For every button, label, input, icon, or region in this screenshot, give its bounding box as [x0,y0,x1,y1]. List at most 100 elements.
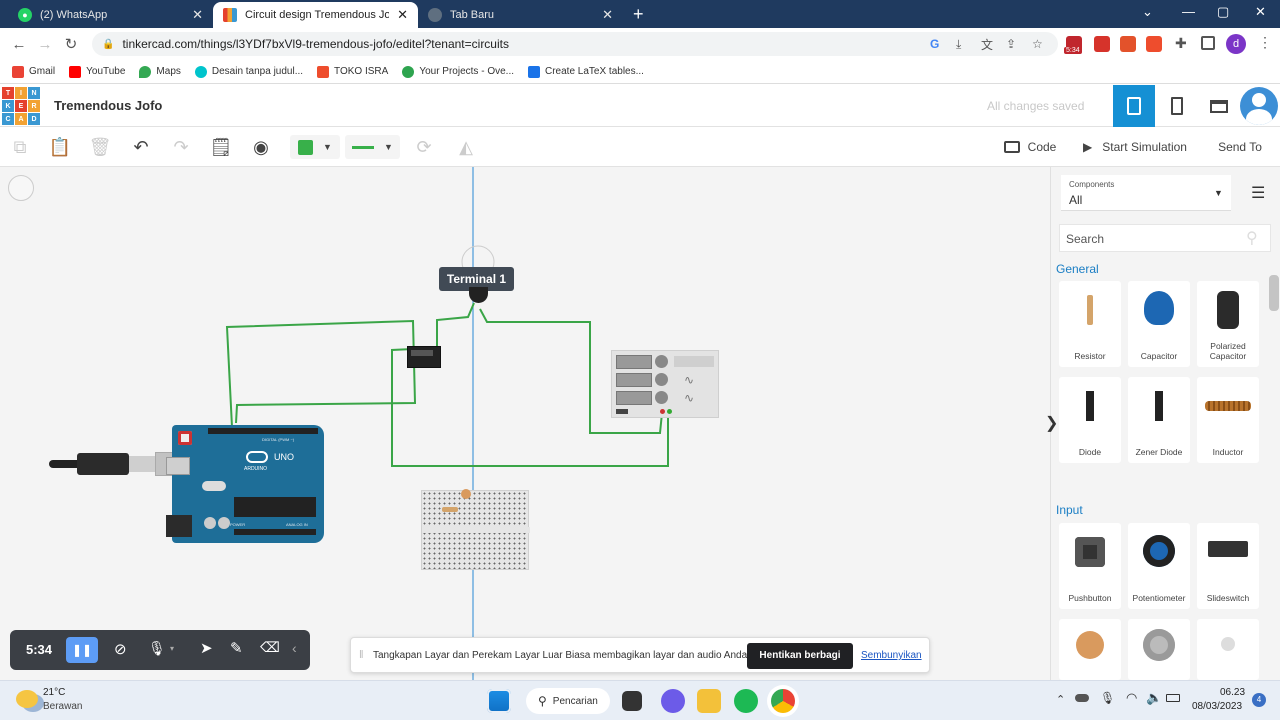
chevron-down-icon[interactable]: ▾ [170,644,174,653]
onedrive-icon[interactable] [1075,694,1089,702]
panel-scrollbar[interactable] [1269,275,1279,311]
component-flex-sensor[interactable] [1128,619,1190,680]
code-button[interactable]: Code [1002,135,1058,159]
reload-icon[interactable]: ↻ [58,35,84,53]
toggle-notes-icon[interactable]: ◉ [249,135,273,159]
component-sensor[interactable] [1197,619,1259,680]
start-icon[interactable] [487,689,511,713]
maximize-icon[interactable]: ▢ [1217,4,1229,20]
component-capacitor[interactable]: Capacitor [1128,281,1190,367]
forward-icon[interactable]: → [32,36,58,53]
google-icon[interactable]: G [930,37,939,51]
clock-date[interactable]: 08/03/2023 [1192,701,1242,712]
component-resistor[interactable]: Resistor [1059,281,1121,367]
address-bar[interactable]: 🔒 tinkercad.com/things/l3YDf7bxVl9-treme… [92,32,1058,56]
delete-icon[interactable]: 🗑 [89,135,112,159]
share-icon[interactable]: ⇪ [1006,37,1016,51]
tab-whatsapp[interactable]: ● (2) WhatsApp ✕ [8,2,213,28]
component-slideswitch[interactable]: Slideswitch [1197,523,1259,609]
photoresistor-on-board[interactable] [461,489,471,499]
clock-time[interactable]: 06.23 [1220,687,1245,698]
sidepanel-icon[interactable] [1201,36,1215,50]
volume-icon[interactable]: 🔈 [1146,690,1162,706]
extension-shop-icon[interactable] [1146,36,1162,52]
schematic-view-button[interactable] [1157,85,1197,127]
task-view-icon[interactable] [622,691,642,711]
paste-icon[interactable]: 📋 [49,135,71,159]
hide-link[interactable]: Sembunyikan [861,650,922,661]
bookmark-maps[interactable]: Maps [139,65,181,78]
panel-collapse-icon[interactable]: ❯ [1045,413,1058,433]
wifi-icon[interactable]: ◠ [1126,690,1137,706]
new-tab-button[interactable]: + [633,4,644,25]
component-polarized-capacitor[interactable]: Polarized Capacitor [1197,281,1259,367]
bookmark-projects[interactable]: Your Projects - Ove... [402,65,514,78]
search-box[interactable]: ⚲ Pencarian [526,688,610,714]
extension-home-icon[interactable] [1120,36,1136,52]
translate-icon[interactable]: 文 [981,36,993,53]
spotify-icon[interactable] [734,689,758,713]
file-explorer-icon[interactable] [697,689,721,713]
breadboard-component[interactable] [421,490,530,570]
wire-type-dropdown[interactable]: ▼ [345,135,400,159]
extensions-puzzle-icon[interactable]: ✚ [1175,35,1187,52]
close-window-icon[interactable]: ✕ [1255,4,1266,20]
flip-icon[interactable]: ◭ [454,135,478,159]
pause-button[interactable]: ❚❚ [66,637,98,663]
send-to-button[interactable]: Send To [1218,135,1262,159]
chrome-taskbar-icon[interactable] [771,689,795,713]
user-avatar[interactable] [1240,87,1278,125]
search-field[interactable]: Search ⚲ [1059,224,1271,252]
eraser-icon[interactable]: ⌫ [260,639,280,656]
bookmark-latex[interactable]: Create LaTeX tables... [528,65,644,78]
bookmark-toko[interactable]: TOKO ISRA [317,65,388,78]
bookmark-youtube[interactable]: YouTube [69,65,125,78]
bookmark-canva[interactable]: Desain tanpa judul... [194,65,303,78]
redo-icon[interactable]: ↷ [170,135,192,159]
circuit-canvas[interactable]: Terminal 1 ∿ ∿ DIGITAL (PWM ~) UNO ARDUI… [0,167,1050,680]
tab-search-icon[interactable]: ⌄ [1142,4,1153,20]
component-inductor[interactable]: Inductor [1197,377,1259,463]
chrome-menu-icon[interactable]: ⋮ [1258,34,1272,51]
drag-handle-icon[interactable]: ‖ [359,649,364,661]
tinkercad-logo[interactable]: TIN KER CAD [2,87,40,125]
close-tab-icon[interactable]: ✕ [397,7,408,23]
note-icon[interactable]: 🗒 [209,135,233,159]
battery-icon[interactable] [1166,694,1180,702]
wire-color-dropdown[interactable]: ▼ [290,135,340,159]
back-icon[interactable]: ← [6,36,32,53]
chat-icon[interactable] [661,689,685,713]
circuit-view-button[interactable] [1113,85,1155,127]
stop-sharing-button[interactable]: Hentikan berbagi [747,643,853,669]
component-potentiometer[interactable]: Potentiometer [1128,523,1190,609]
bookmark-star-icon[interactable]: ☆ [1032,37,1043,51]
list-view-icon[interactable]: ☰ [1251,183,1265,203]
microphone-icon[interactable]: 🎙 [1100,691,1115,705]
tab-new[interactable]: Tab Baru ✕ [418,2,623,28]
close-tab-icon[interactable]: ✕ [192,7,203,23]
notification-badge[interactable]: 4 [1252,693,1266,707]
weather-icon[interactable] [16,690,38,708]
profile-avatar[interactable]: d [1226,34,1246,54]
relay-component[interactable] [407,346,441,368]
component-pushbutton[interactable]: Pushbutton [1059,523,1121,609]
components-dropdown[interactable]: Components All ▼ [1061,175,1231,211]
extension-m-icon[interactable] [1094,36,1110,52]
bookmark-gmail[interactable]: Gmail [12,65,55,78]
install-icon[interactable]: ⤓ [956,37,961,52]
chevron-up-icon[interactable]: ⌃ [1056,693,1065,706]
cursor-icon[interactable]: ➤ [200,639,213,657]
project-title[interactable]: Tremendous Jofo [54,98,162,113]
component-zener-diode[interactable]: Zener Diode [1128,377,1190,463]
function-generator-component[interactable]: ∿ ∿ [611,350,719,418]
tab-tinkercad[interactable]: Circuit design Tremendous Jofo | ✕ [213,2,418,28]
component-diode[interactable]: Diode [1059,377,1121,463]
start-simulation-button[interactable]: ▶ Start Simulation [1080,135,1190,159]
arduino-uno-component[interactable]: DIGITAL (PWM ~) UNO ARDUINO POWER ANALOG… [166,425,324,543]
minimize-icon[interactable]: — [1182,4,1195,19]
copy-icon[interactable]: ⧉ [10,135,30,159]
microphone-icon[interactable]: 🎙 [148,640,166,657]
undo-icon[interactable]: ↶ [130,135,152,159]
resistor-on-board[interactable] [442,507,458,512]
collapse-icon[interactable]: ‹ [292,640,297,656]
